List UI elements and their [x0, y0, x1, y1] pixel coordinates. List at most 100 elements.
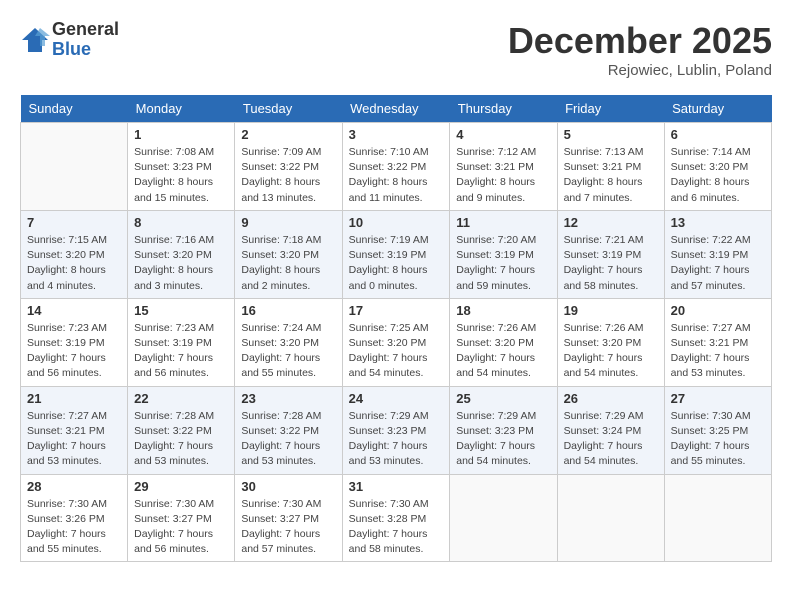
- day-of-week-header: Thursday: [450, 95, 557, 123]
- calendar-day-cell: 30 Sunrise: 7:30 AMSunset: 3:27 PMDayligh…: [235, 474, 342, 562]
- calendar-day-cell: 23Sunrise: 7:28 AMSunset: 3:22 PMDayligh…: [235, 386, 342, 474]
- calendar-week-row: 1 Sunrise: 7:08 AMSunset: 3:23 PMDaylight…: [21, 123, 772, 211]
- day-number: 30: [241, 479, 335, 494]
- calendar-day-cell: 28 Sunrise: 7:30 AMSunset: 3:26 PMDayligh…: [21, 474, 128, 562]
- calendar-day-cell: 21 Sunrise: 7:27 AMSunset: 3:21 PMDayligh…: [21, 386, 128, 474]
- day-info: Sunrise: 7:23 AMSunset: 3:19 PMDaylight:…: [134, 321, 228, 382]
- calendar-day-cell: 6 Sunrise: 7:14 AMSunset: 3:20 PMDaylight…: [664, 123, 771, 211]
- location: Rejowiec, Lublin, Poland: [508, 62, 772, 79]
- day-of-week-header: Wednesday: [342, 95, 450, 123]
- day-number: 14: [27, 303, 121, 318]
- day-number: 24: [349, 391, 444, 406]
- day-number: 20: [671, 303, 765, 318]
- day-info: Sunrise: 7:30 AMSunset: 3:28 PMDaylight:…: [349, 497, 444, 558]
- calendar-day-cell: 31 Sunrise: 7:30 AMSunset: 3:28 PMDayligh…: [342, 474, 450, 562]
- calendar-day-cell: 8 Sunrise: 7:16 AMSunset: 3:20 PMDaylight…: [128, 210, 235, 298]
- day-number: 13: [671, 215, 765, 230]
- day-info: Sunrise: 7:09 AMSunset: 3:22 PMDaylight:…: [241, 145, 335, 206]
- day-of-week-header: Sunday: [21, 95, 128, 123]
- day-number: 8: [134, 215, 228, 230]
- day-number: 22: [134, 391, 228, 406]
- day-info: Sunrise: 7:30 AMSunset: 3:26 PMDaylight:…: [27, 497, 121, 558]
- calendar-week-row: 14 Sunrise: 7:23 AMSunset: 3:19 PMDayligh…: [21, 298, 772, 386]
- calendar-day-cell: 19 Sunrise: 7:26 AMSunset: 3:20 PMDayligh…: [557, 298, 664, 386]
- day-number: 5: [564, 127, 658, 142]
- day-number: 26: [564, 391, 658, 406]
- day-info: Sunrise: 7:26 AMSunset: 3:20 PMDaylight:…: [564, 321, 658, 382]
- day-info: Sunrise: 7:15 AMSunset: 3:20 PMDaylight:…: [27, 233, 121, 294]
- day-number: 3: [349, 127, 444, 142]
- day-number: 21: [27, 391, 121, 406]
- calendar-day-cell: 14Sunrise: 7:23 AMSunset: 3:19 PMDayligh…: [21, 298, 128, 386]
- calendar-day-cell: 25 Sunrise: 7:29 AMSunset: 3:23 PMDayligh…: [450, 386, 557, 474]
- calendar-day-cell: 7Sunrise: 7:15 AMSunset: 3:20 PMDaylight…: [21, 210, 128, 298]
- calendar-day-cell: 17Sunrise: 7:25 AMSunset: 3:20 PMDayligh…: [342, 298, 450, 386]
- day-number: 10: [349, 215, 444, 230]
- logo: General Blue: [20, 20, 119, 60]
- calendar-week-row: 7Sunrise: 7:15 AMSunset: 3:20 PMDaylight…: [21, 210, 772, 298]
- day-info: Sunrise: 7:29 AMSunset: 3:23 PMDaylight:…: [349, 409, 444, 470]
- day-number: 2: [241, 127, 335, 142]
- day-number: 18: [456, 303, 550, 318]
- day-info: Sunrise: 7:29 AMSunset: 3:23 PMDaylight:…: [456, 409, 550, 470]
- calendar-day-cell: 29Sunrise: 7:30 AMSunset: 3:27 PMDayligh…: [128, 474, 235, 562]
- calendar-day-cell: 16Sunrise: 7:24 AMSunset: 3:20 PMDayligh…: [235, 298, 342, 386]
- title-section: December 2025 Rejowiec, Lublin, Poland: [508, 20, 772, 79]
- day-info: Sunrise: 7:27 AMSunset: 3:21 PMDaylight:…: [671, 321, 765, 382]
- day-of-week-header: Saturday: [664, 95, 771, 123]
- day-number: 4: [456, 127, 550, 142]
- calendar-day-cell: [21, 123, 128, 211]
- day-number: 31: [349, 479, 444, 494]
- calendar-day-cell: 15Sunrise: 7:23 AMSunset: 3:19 PMDayligh…: [128, 298, 235, 386]
- day-info: Sunrise: 7:27 AMSunset: 3:21 PMDaylight:…: [27, 409, 121, 470]
- day-info: Sunrise: 7:24 AMSunset: 3:20 PMDaylight:…: [241, 321, 335, 382]
- day-info: Sunrise: 7:28 AMSunset: 3:22 PMDaylight:…: [134, 409, 228, 470]
- day-info: Sunrise: 7:30 AMSunset: 3:27 PMDaylight:…: [241, 497, 335, 558]
- calendar-day-cell: 3 Sunrise: 7:10 AMSunset: 3:22 PMDaylight…: [342, 123, 450, 211]
- day-number: 12: [564, 215, 658, 230]
- day-info: Sunrise: 7:29 AMSunset: 3:24 PMDaylight:…: [564, 409, 658, 470]
- day-number: 17: [349, 303, 444, 318]
- day-number: 1: [134, 127, 228, 142]
- day-number: 6: [671, 127, 765, 142]
- calendar-day-cell: 1 Sunrise: 7:08 AMSunset: 3:23 PMDaylight…: [128, 123, 235, 211]
- day-info: Sunrise: 7:13 AMSunset: 3:21 PMDaylight:…: [564, 145, 658, 206]
- day-of-week-header: Friday: [557, 95, 664, 123]
- day-info: Sunrise: 7:26 AMSunset: 3:20 PMDaylight:…: [456, 321, 550, 382]
- day-info: Sunrise: 7:20 AMSunset: 3:19 PMDaylight:…: [456, 233, 550, 294]
- day-number: 23: [241, 391, 335, 406]
- calendar-day-cell: 12 Sunrise: 7:21 AMSunset: 3:19 PMDayligh…: [557, 210, 664, 298]
- calendar-day-cell: 13Sunrise: 7:22 AMSunset: 3:19 PMDayligh…: [664, 210, 771, 298]
- day-info: Sunrise: 7:14 AMSunset: 3:20 PMDaylight:…: [671, 145, 765, 206]
- calendar-day-cell: 9 Sunrise: 7:18 AMSunset: 3:20 PMDaylight…: [235, 210, 342, 298]
- day-info: Sunrise: 7:19 AMSunset: 3:19 PMDaylight:…: [349, 233, 444, 294]
- day-info: Sunrise: 7:16 AMSunset: 3:20 PMDaylight:…: [134, 233, 228, 294]
- calendar-day-cell: 27Sunrise: 7:30 AMSunset: 3:25 PMDayligh…: [664, 386, 771, 474]
- day-info: Sunrise: 7:10 AMSunset: 3:22 PMDaylight:…: [349, 145, 444, 206]
- day-number: 9: [241, 215, 335, 230]
- calendar-day-cell: 10 Sunrise: 7:19 AMSunset: 3:19 PMDayligh…: [342, 210, 450, 298]
- day-of-week-header: Tuesday: [235, 95, 342, 123]
- day-info: Sunrise: 7:30 AMSunset: 3:25 PMDaylight:…: [671, 409, 765, 470]
- day-info: Sunrise: 7:08 AMSunset: 3:23 PMDaylight:…: [134, 145, 228, 206]
- day-number: 28: [27, 479, 121, 494]
- calendar-day-cell: 24 Sunrise: 7:29 AMSunset: 3:23 PMDayligh…: [342, 386, 450, 474]
- calendar-week-row: 21 Sunrise: 7:27 AMSunset: 3:21 PMDayligh…: [21, 386, 772, 474]
- day-info: Sunrise: 7:18 AMSunset: 3:20 PMDaylight:…: [241, 233, 335, 294]
- calendar-day-cell: 20 Sunrise: 7:27 AMSunset: 3:21 PMDayligh…: [664, 298, 771, 386]
- page-header: General Blue December 2025 Rejowiec, Lub…: [20, 20, 772, 79]
- day-info: Sunrise: 7:12 AMSunset: 3:21 PMDaylight:…: [456, 145, 550, 206]
- day-number: 25: [456, 391, 550, 406]
- calendar-week-row: 28 Sunrise: 7:30 AMSunset: 3:26 PMDayligh…: [21, 474, 772, 562]
- calendar-day-cell: 11Sunrise: 7:20 AMSunset: 3:19 PMDayligh…: [450, 210, 557, 298]
- day-info: Sunrise: 7:21 AMSunset: 3:19 PMDaylight:…: [564, 233, 658, 294]
- day-number: 19: [564, 303, 658, 318]
- day-of-week-header: Monday: [128, 95, 235, 123]
- month-title: December 2025: [508, 20, 772, 62]
- calendar-day-cell: 18 Sunrise: 7:26 AMSunset: 3:20 PMDayligh…: [450, 298, 557, 386]
- calendar-day-cell: 4 Sunrise: 7:12 AMSunset: 3:21 PMDaylight…: [450, 123, 557, 211]
- logo-blue-text: Blue: [52, 40, 119, 60]
- calendar-day-cell: [450, 474, 557, 562]
- calendar-day-cell: 2 Sunrise: 7:09 AMSunset: 3:22 PMDaylight…: [235, 123, 342, 211]
- day-number: 29: [134, 479, 228, 494]
